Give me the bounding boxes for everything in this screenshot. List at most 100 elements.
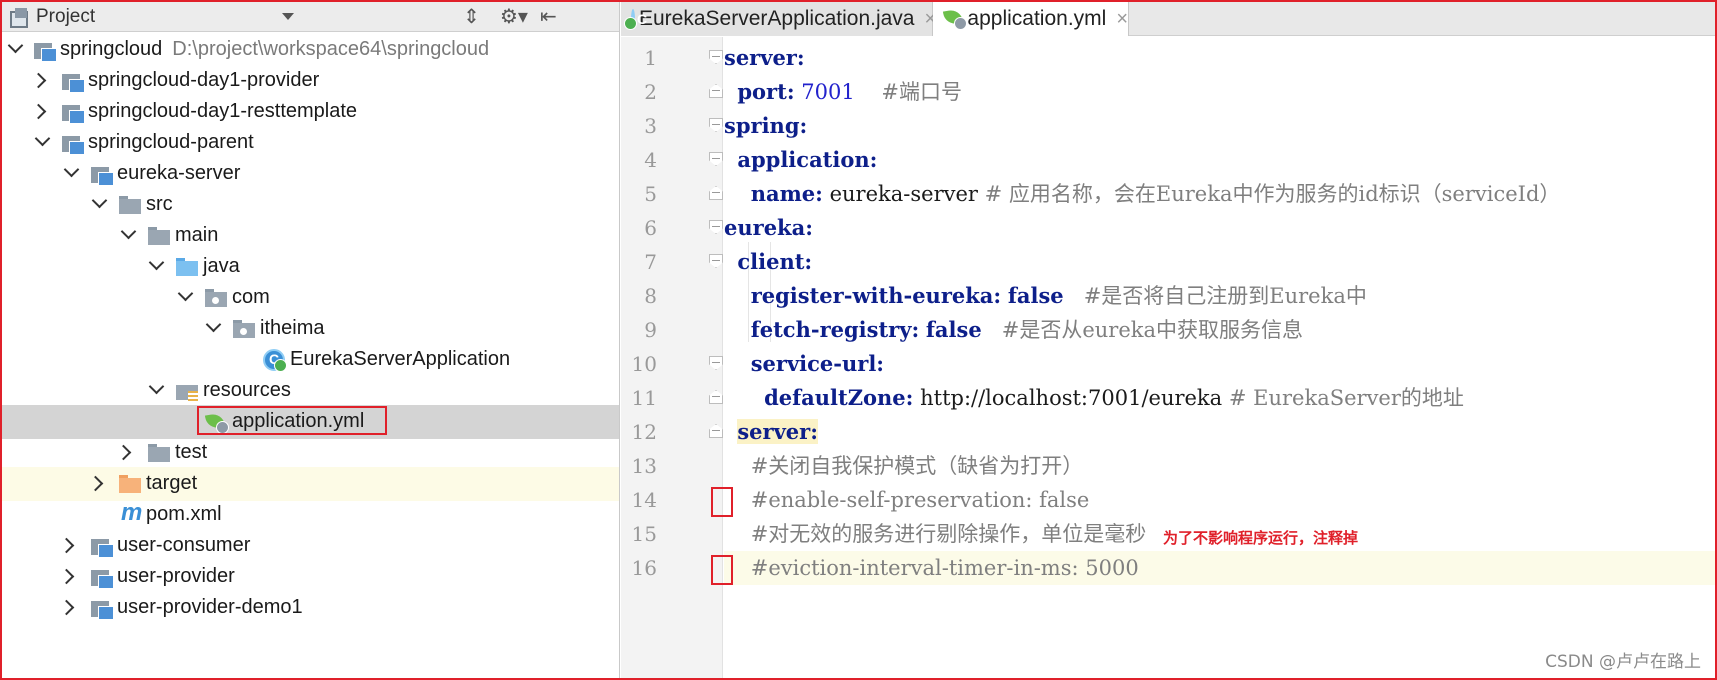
tree-item-springcloud[interactable]: springcloud D:\project\workspace64\spring… bbox=[2, 33, 619, 67]
code-line-2[interactable]: port: 7001 #端口号 bbox=[724, 75, 1715, 109]
tree-item-java[interactable]: java bbox=[2, 250, 619, 284]
line-number: 8 bbox=[644, 284, 657, 308]
fold-marker-icon[interactable] bbox=[709, 152, 723, 166]
tree-item-target[interactable]: target bbox=[2, 467, 619, 501]
tree-item-itheima[interactable]: itheima bbox=[2, 312, 619, 346]
tree-item-label: itheima bbox=[260, 317, 325, 339]
code-line-13[interactable]: #关闭自我保护模式（缺省为打开） bbox=[724, 449, 1715, 483]
code-line-9[interactable]: fetch-registry: false #是否从eureka中获取服务信息 bbox=[724, 313, 1715, 347]
fold-marker-icon[interactable] bbox=[709, 84, 723, 98]
code-line-5[interactable]: name: eureka-server # 应用名称，会在Eureka中作为服务… bbox=[724, 177, 1715, 211]
folder-icon bbox=[119, 196, 141, 214]
yaml-value: false bbox=[925, 317, 982, 342]
code-line-12[interactable]: server: bbox=[724, 415, 1715, 449]
fold-marker-icon[interactable] bbox=[709, 186, 723, 200]
tree-item-label: pom.xml bbox=[146, 503, 222, 525]
chevron-down-icon[interactable] bbox=[34, 130, 51, 147]
chevron-right-icon[interactable] bbox=[87, 475, 104, 492]
code-line-8[interactable]: register-with-eureka: false #是否将自己注册到Eur… bbox=[724, 279, 1715, 313]
chevron-down-icon[interactable] bbox=[177, 285, 194, 302]
tree-item-application-yml[interactable]: application.yml bbox=[2, 405, 619, 439]
fold-marker-icon[interactable] bbox=[709, 356, 723, 370]
tree-item-com[interactable]: com bbox=[2, 281, 619, 315]
tree-item-springcloud-day1-resttemplate[interactable]: springcloud-day1-resttemplate bbox=[2, 95, 619, 129]
tree-item-label: springcloud bbox=[60, 38, 163, 60]
project-panel-header: Project ⇕ ⚙▾ ⇤ bbox=[2, 2, 619, 32]
tab-label: application.yml bbox=[967, 7, 1107, 30]
tree-item-test[interactable]: test bbox=[2, 436, 619, 470]
folder-icon bbox=[148, 227, 170, 245]
tab-eurekaserverapplication-java[interactable]: C EurekaServerApplication.java × bbox=[621, 2, 936, 36]
yaml-key: server: bbox=[724, 45, 805, 70]
tree-item-user-provider[interactable]: user-provider bbox=[2, 560, 619, 594]
yaml-key: client: bbox=[737, 249, 813, 274]
yaml-comment: #对无效的服务进行剔除操作，单位是毫秒 bbox=[750, 522, 1147, 546]
tree-item-pom-xml[interactable]: m pom.xml bbox=[2, 498, 619, 532]
line-number: 16 bbox=[631, 556, 657, 580]
chevron-right-icon[interactable] bbox=[58, 599, 75, 616]
fold-marker-icon[interactable] bbox=[709, 220, 723, 234]
code-line-4[interactable]: application: bbox=[724, 143, 1715, 177]
chevron-right-icon[interactable] bbox=[115, 444, 132, 461]
tree-item-eurekaserverapplication[interactable]: C EurekaServerApplication bbox=[2, 343, 619, 377]
tree-item-label: test bbox=[175, 441, 208, 463]
code-line-11[interactable]: defaultZone: http://localhost:7001/eurek… bbox=[724, 381, 1715, 415]
spring-boot-class-icon: C bbox=[263, 349, 287, 372]
yaml-comment: # 应用名称，会在Eureka中作为服务的id标识（serviceId） bbox=[984, 182, 1561, 206]
editor-tab-bar: C EurekaServerApplication.java × applica… bbox=[621, 2, 1715, 36]
comment-hash: # bbox=[750, 556, 769, 580]
tab-application-yml[interactable]: application.yml × bbox=[933, 2, 1129, 36]
tree-item-springcloud-day1-provider[interactable]: springcloud-day1-provider bbox=[2, 64, 619, 98]
fold-marker-icon[interactable] bbox=[709, 118, 723, 132]
yaml-key: defaultZone: bbox=[764, 385, 914, 410]
chevron-right-icon[interactable] bbox=[58, 537, 75, 554]
code-line-16[interactable]: #eviction-interval-timer-in-ms: 5000 bbox=[724, 551, 1715, 585]
project-panel-title[interactable]: Project bbox=[36, 6, 95, 28]
code-line-6[interactable]: eureka: bbox=[724, 211, 1715, 245]
yaml-comment: enable-self-preservation: false bbox=[768, 488, 1090, 512]
close-icon[interactable]: × bbox=[1116, 8, 1128, 31]
code-line-1[interactable]: server: bbox=[724, 41, 1715, 75]
highlight-box bbox=[197, 406, 387, 435]
chevron-right-icon[interactable] bbox=[30, 72, 47, 89]
tree-item-main[interactable]: main bbox=[2, 219, 619, 253]
line-number: 1 bbox=[644, 46, 657, 70]
code-line-14[interactable]: #enable-self-preservation: false bbox=[724, 483, 1715, 517]
chevron-down-icon[interactable] bbox=[148, 254, 165, 271]
chevron-down-icon[interactable] bbox=[63, 161, 80, 178]
excluded-folder-icon bbox=[119, 475, 141, 493]
chevron-down-icon[interactable] bbox=[205, 316, 222, 333]
tree-item-eureka-server[interactable]: eureka-server bbox=[2, 157, 619, 191]
fold-marker-icon[interactable] bbox=[709, 424, 723, 438]
code-line-10[interactable]: service-url: bbox=[724, 347, 1715, 381]
chevron-down-icon[interactable] bbox=[148, 378, 165, 395]
annotation-note: 为了不影响程序运行，注释掉 bbox=[1163, 529, 1359, 547]
tree-item-user-provider-demo1[interactable]: user-provider-demo1 bbox=[2, 591, 619, 625]
tree-item-label: eureka-server bbox=[117, 162, 241, 184]
chevron-right-icon[interactable] bbox=[30, 103, 47, 120]
chevron-right-icon[interactable] bbox=[58, 568, 75, 585]
fold-marker-icon[interactable] bbox=[709, 254, 723, 268]
code-line-3[interactable]: spring: bbox=[724, 109, 1715, 143]
gear-icon[interactable]: ⚙▾ bbox=[500, 6, 528, 28]
chevron-down-icon[interactable] bbox=[120, 223, 137, 240]
yaml-key: service-url: bbox=[750, 351, 885, 376]
source-folder-icon bbox=[176, 258, 198, 276]
tree-item-src[interactable]: src bbox=[2, 188, 619, 222]
hide-panel-icon[interactable]: ⇤ bbox=[540, 6, 557, 28]
chevron-down-icon[interactable] bbox=[282, 13, 294, 20]
tree-item-springcloud-parent[interactable]: springcloud-parent bbox=[2, 126, 619, 160]
fold-marker-icon[interactable] bbox=[709, 390, 723, 404]
code-line-7[interactable]: client: bbox=[724, 245, 1715, 279]
tab-label: EurekaServerApplication.java bbox=[639, 7, 915, 30]
yaml-key: fetch-registry: bbox=[750, 317, 920, 342]
tree-item-resources[interactable]: resources bbox=[2, 374, 619, 408]
yaml-value: eureka-server bbox=[829, 182, 978, 206]
fold-marker-icon[interactable] bbox=[709, 50, 723, 64]
chevron-down-icon[interactable] bbox=[91, 192, 108, 209]
collapse-all-icon[interactable]: ⇕ bbox=[463, 6, 480, 28]
maven-icon: m bbox=[121, 499, 143, 526]
tree-item-user-consumer[interactable]: user-consumer bbox=[2, 529, 619, 563]
chevron-down-icon[interactable] bbox=[7, 37, 24, 54]
line-number: 15 bbox=[631, 522, 657, 546]
